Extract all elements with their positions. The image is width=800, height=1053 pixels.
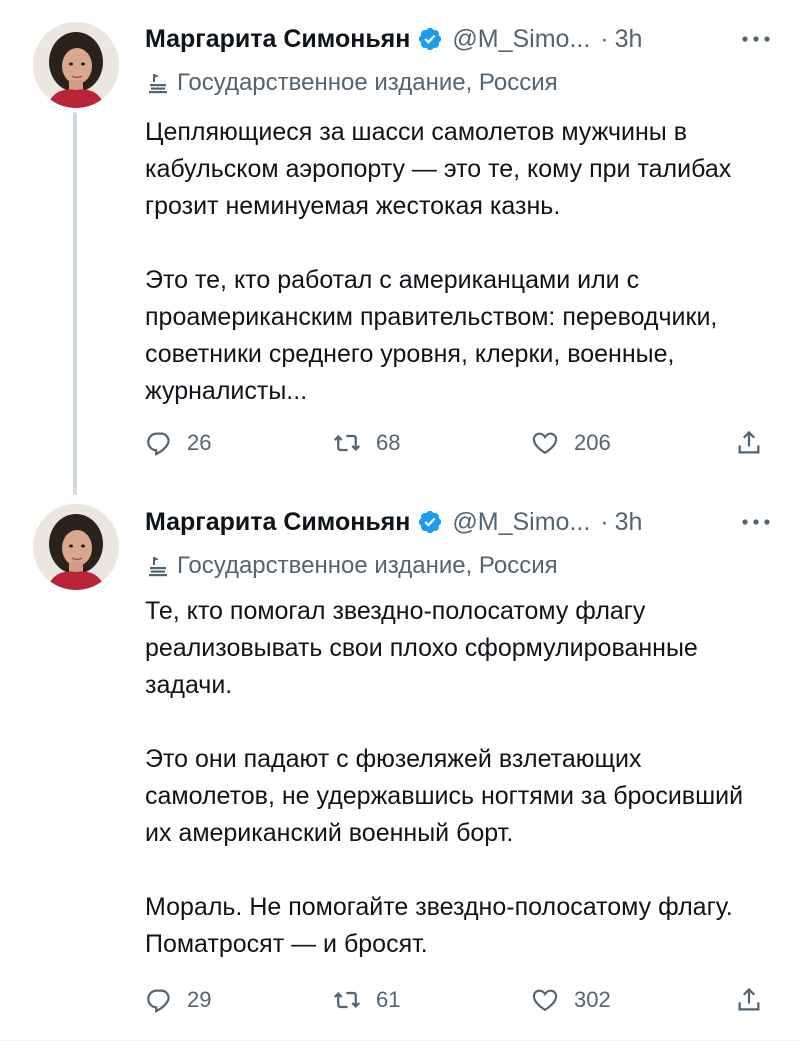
retweet-count: 61	[376, 987, 401, 1012]
author-handle[interactable]: @M_Simo...	[452, 508, 590, 537]
more-options-button[interactable]	[738, 504, 774, 540]
retweet-icon	[333, 991, 361, 1009]
tweet-actions: 29 61 302	[145, 980, 775, 1020]
reply-icon	[147, 989, 170, 1013]
verified-badge-icon	[417, 509, 443, 535]
reply-count: 29	[187, 987, 212, 1012]
state-media-label-text: Государственное издание, Россия	[177, 552, 558, 579]
like-heart-icon	[532, 989, 558, 1012]
tweet-2-content: Маргарита Симоньян @M_Simo... · 3h Госуд…	[0, 0, 800, 1013]
separator-dot: ·	[600, 507, 609, 536]
state-media-label[interactable]: Государственное издание, Россия	[147, 549, 558, 583]
share-icon	[738, 987, 760, 1011]
retweet-button[interactable]: 61	[332, 980, 400, 1020]
timeline-divider	[0, 1040, 800, 1041]
tweet-timestamp[interactable]: 3h	[615, 508, 643, 537]
tweet-text: Те, кто помогал звездно-полосатому флагу…	[145, 597, 744, 958]
share-button[interactable]	[735, 980, 763, 1020]
like-button[interactable]: 302	[530, 980, 611, 1020]
more-horizontal-icon	[742, 519, 770, 525]
reply-button[interactable]: 29	[145, 980, 211, 1020]
government-label-icon	[147, 555, 169, 577]
like-count: 302	[574, 987, 611, 1012]
author-name[interactable]: Маргарита Симоньян	[145, 508, 410, 537]
tweet-header: Маргарита Симоньян @M_Simo... · 3h	[145, 504, 642, 540]
